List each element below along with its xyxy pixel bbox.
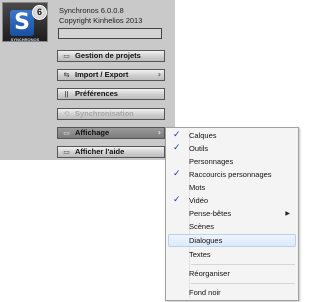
display-context-menu: ✓ Calques ✓ Outils Personnages ✓ Raccour…	[165, 127, 299, 301]
menu-item-fond-noir[interactable]: Fond noir	[168, 286, 296, 299]
sync-button-label: Synchronisation	[75, 109, 134, 118]
display-button-label: Affichage	[75, 128, 110, 137]
info-field	[58, 28, 162, 39]
app-version: Synchronos 6.0.0.8	[59, 6, 124, 15]
menu-item-personnages[interactable]: Personnages	[168, 155, 296, 168]
main-menu-panel: S 6 SYNCHRONOS Synchronos 6.0.0.8 Copyri…	[0, 0, 175, 160]
version-badge: 6	[32, 5, 47, 20]
menu-item-outils[interactable]: ✓ Outils	[168, 142, 296, 155]
import-export-button[interactable]: ⇆ Import / Export ›	[57, 69, 165, 81]
menu-item-label: Outils	[189, 144, 209, 153]
sync-button[interactable]: ⟲ Synchronisation	[57, 108, 165, 120]
check-icon: ✓	[173, 143, 181, 153]
menu-item-label: Vidéo	[189, 196, 209, 205]
menu-item-scenes[interactable]: Scènes	[168, 220, 296, 233]
menu-separator	[191, 283, 295, 284]
app-logo: S 6 SYNCHRONOS	[2, 2, 48, 42]
app-info: Synchronos 6.0.0.8 Copyright Kinhelios 2…	[59, 6, 142, 26]
menu-item-label: Fond noir	[189, 288, 221, 297]
menu-item-label: Pense-bêtes	[189, 209, 232, 218]
menu-item-video[interactable]: ✓ Vidéo	[168, 194, 296, 207]
import-export-icon: ⇆	[63, 71, 70, 79]
menu-item-label: Personnages	[189, 157, 234, 166]
logo-wordmark: SYNCHRONOS	[10, 37, 40, 42]
chevron-right-icon: ›	[157, 128, 161, 137]
preferences-icon: ǀǀ	[64, 90, 69, 98]
help-icon: ▭	[63, 148, 70, 156]
preferences-button-label: Préférences	[75, 89, 118, 98]
logo-letter: S	[10, 10, 34, 36]
menu-item-label: Dialogues	[189, 236, 223, 245]
menu-item-pense-betes[interactable]: Pense-bêtes ▶	[168, 207, 296, 220]
help-button-label: Afficher l'aide	[75, 147, 125, 156]
projects-button[interactable]: ▭ Gestion de projets	[57, 50, 165, 62]
menu-item-mots[interactable]: Mots	[168, 181, 296, 194]
sync-icon: ⟲	[63, 110, 70, 118]
projects-button-label: Gestion de projets	[75, 51, 141, 60]
check-icon: ✓	[173, 169, 181, 179]
menu-item-label: Calques	[189, 131, 217, 140]
app-copyright: Copyright Kinhelios 2013	[59, 16, 143, 25]
help-button[interactable]: ▭ Afficher l'aide	[57, 146, 165, 158]
display-icon: ▭	[63, 129, 70, 137]
menu-item-calques[interactable]: ✓ Calques	[168, 129, 296, 142]
menu-item-raccourcis-personnages[interactable]: ✓ Raccourcis personnages	[168, 168, 296, 181]
menu-item-label: Scènes	[189, 222, 215, 231]
display-button[interactable]: ▭ Affichage ›	[57, 127, 165, 139]
submenu-arrow-icon: ▶	[285, 210, 290, 217]
menu-separator	[191, 264, 295, 265]
folder-icon: ▭	[63, 52, 70, 60]
check-icon: ✓	[173, 130, 181, 140]
import-export-button-label: Import / Export	[75, 70, 129, 79]
chevron-right-icon: ›	[157, 70, 161, 79]
menu-item-dialogues[interactable]: Dialogues	[168, 234, 296, 247]
menu-item-label: Réorganiser	[189, 269, 230, 278]
menu-item-label: Mots	[189, 183, 206, 192]
check-icon: ✓	[173, 195, 181, 205]
preferences-button[interactable]: ǀǀ Préférences	[57, 88, 165, 100]
menu-item-reorganiser[interactable]: Réorganiser	[168, 267, 296, 280]
menu-item-label: Raccourcis personnages	[189, 170, 272, 179]
menu-item-label: Textes	[189, 250, 211, 259]
menu-item-textes[interactable]: Textes	[168, 248, 296, 261]
